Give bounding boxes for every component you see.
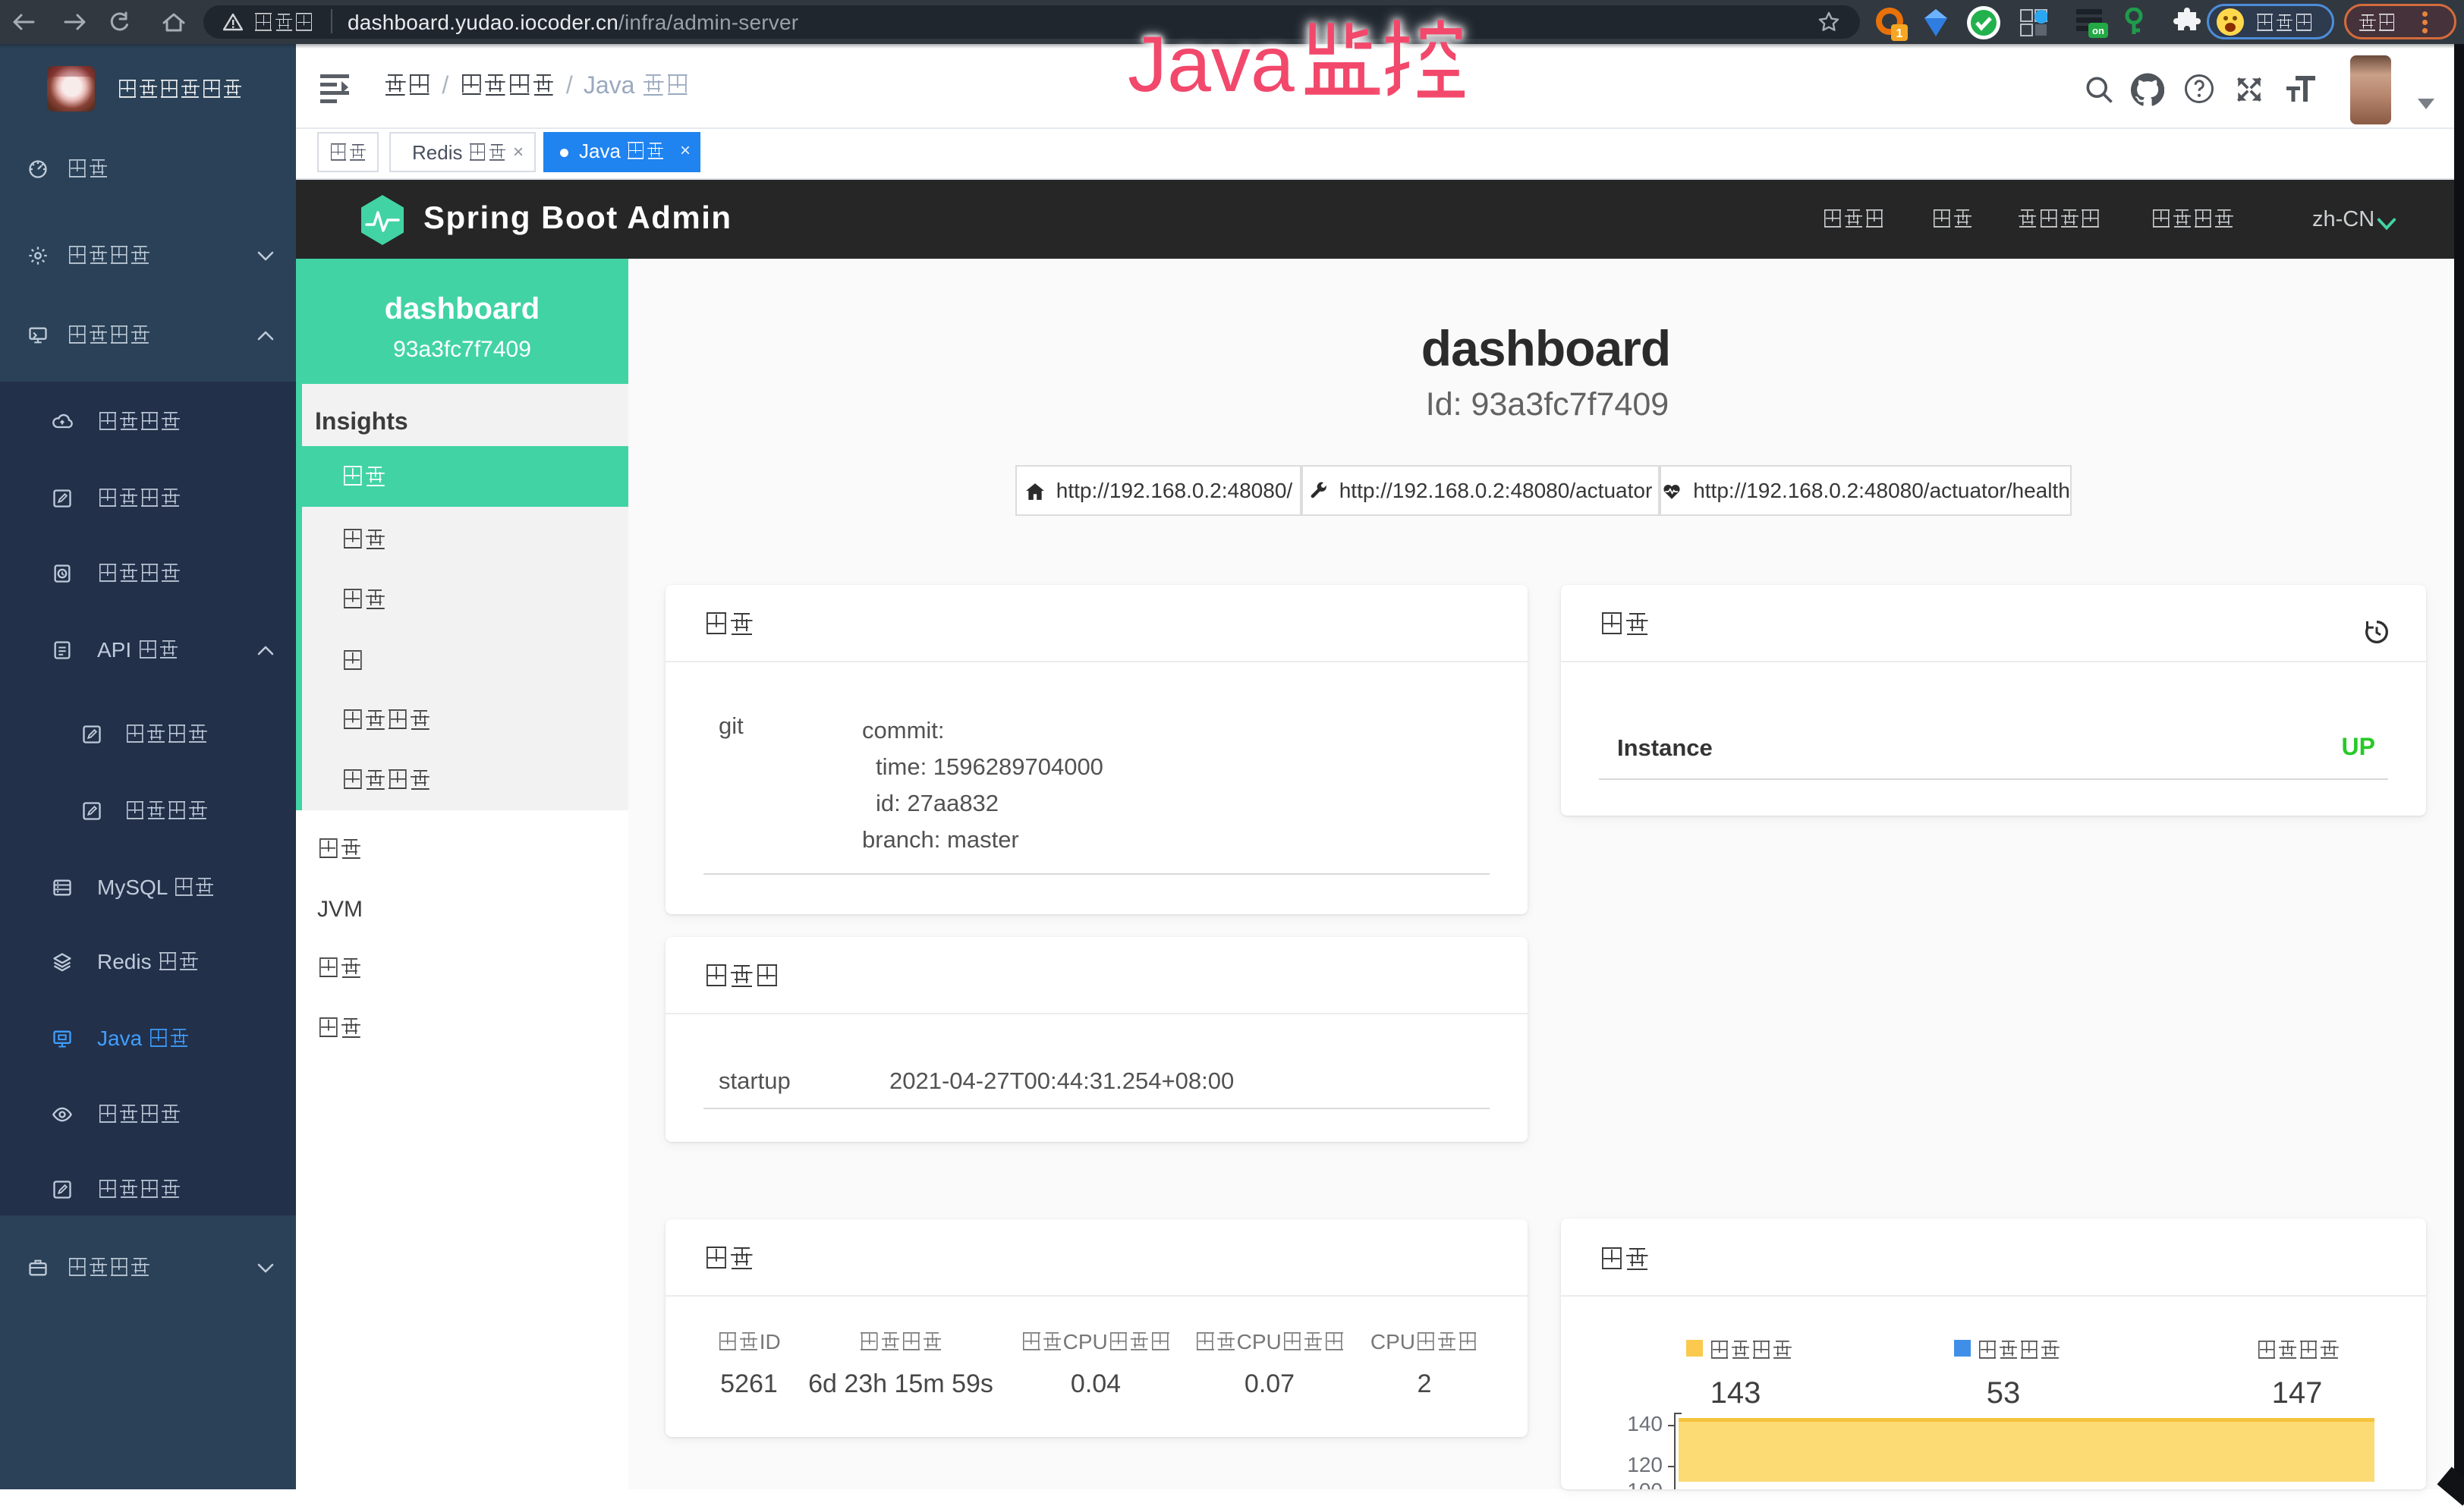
svg-text:on: on: [2092, 25, 2104, 36]
svg-text:1: 1: [1896, 27, 1903, 40]
